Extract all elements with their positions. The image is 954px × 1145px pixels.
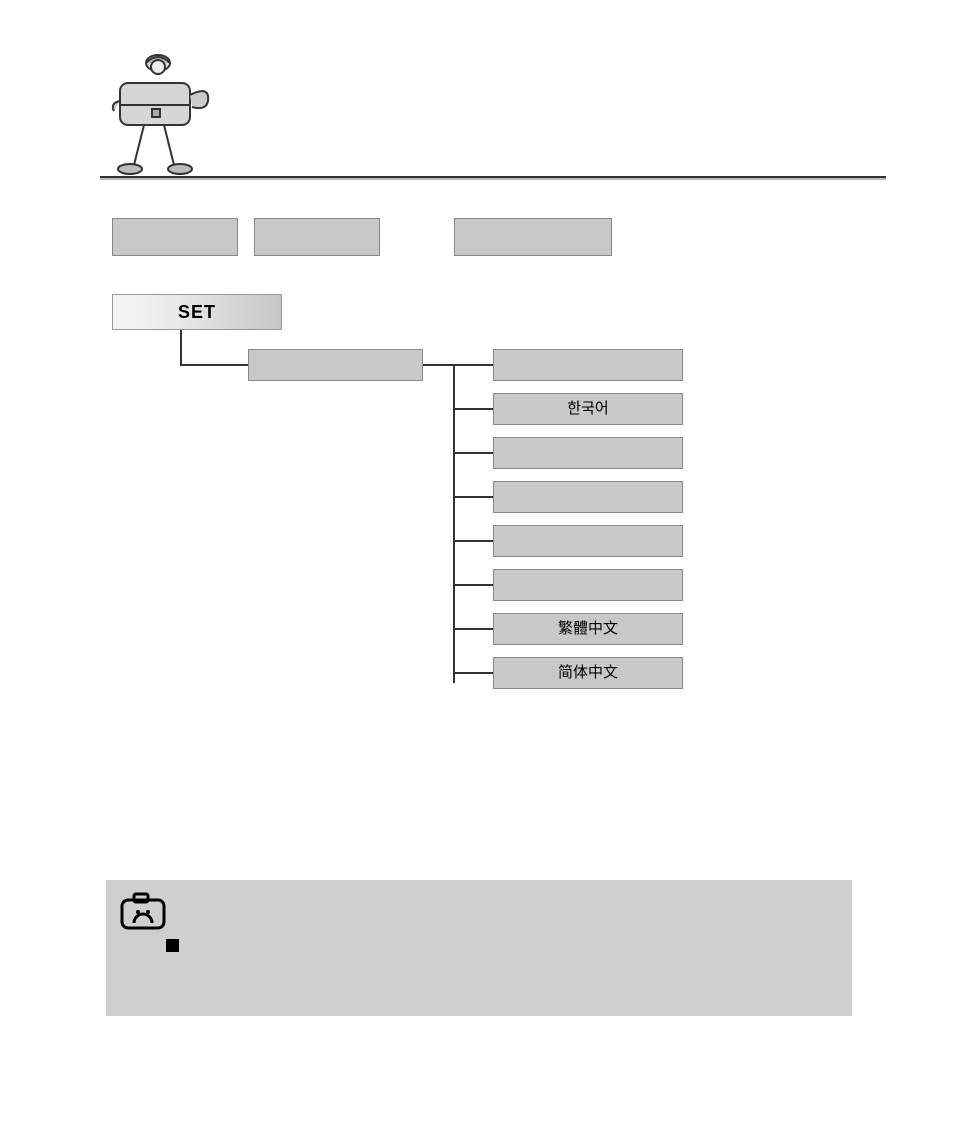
connector	[453, 452, 493, 454]
language-option[interactable]	[493, 437, 683, 469]
header-divider	[100, 176, 886, 180]
connector	[453, 496, 493, 498]
language-option[interactable]	[493, 525, 683, 557]
mascot-illustration	[100, 45, 220, 185]
connector	[453, 672, 493, 674]
language-option-simp-chinese[interactable]: 简体中文	[493, 657, 683, 689]
language-option-trad-chinese[interactable]: 繁體中文	[493, 613, 683, 645]
connector	[453, 540, 493, 542]
language-option-korean[interactable]: 한국어	[493, 393, 683, 425]
language-option[interactable]	[493, 569, 683, 601]
camera-icon	[120, 890, 166, 932]
connector	[423, 364, 455, 366]
menu-group-box	[248, 349, 423, 381]
connector	[180, 364, 248, 366]
top-box-2	[254, 218, 380, 256]
connector	[453, 584, 493, 586]
bullet-icon	[166, 939, 179, 952]
info-panel	[106, 880, 852, 1016]
connector	[180, 330, 182, 366]
language-option[interactable]	[493, 481, 683, 513]
top-box-1	[112, 218, 238, 256]
top-box-3	[454, 218, 612, 256]
set-button[interactable]: SET	[112, 294, 282, 330]
connector	[453, 408, 493, 410]
connector-spine	[453, 365, 455, 683]
connector	[453, 364, 493, 366]
connector	[453, 628, 493, 630]
language-option[interactable]	[493, 349, 683, 381]
